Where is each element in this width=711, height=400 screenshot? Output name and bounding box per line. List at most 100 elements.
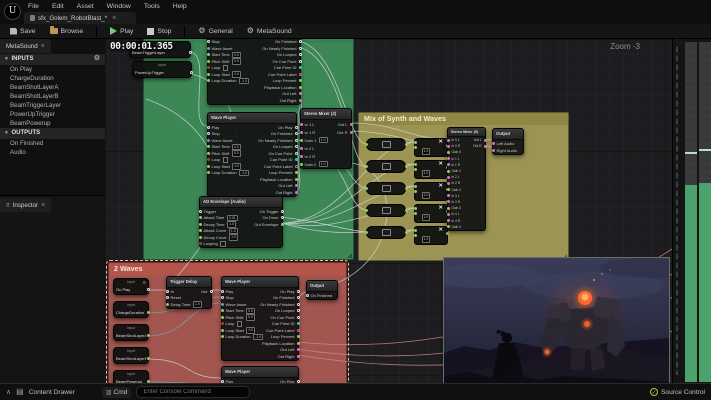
save-button[interactable]: Save (6, 25, 40, 38)
tab-metasound-asset[interactable]: sfx_Golem_RobotBlast_* × (24, 12, 136, 24)
float-pin[interactable] (199, 229, 202, 232)
trigger-pin[interactable] (295, 145, 298, 148)
audio-pin[interactable] (299, 99, 302, 102)
float-pin[interactable] (365, 231, 368, 234)
trigger-pin[interactable] (299, 47, 302, 50)
float-pin[interactable] (365, 143, 368, 146)
browse-button[interactable]: Browse (46, 25, 88, 38)
bool-pin[interactable] (207, 66, 210, 69)
output-item-audio[interactable]: Audio (0, 148, 105, 157)
value-field[interactable]: -1.0 (239, 170, 249, 177)
int-pin[interactable] (295, 158, 298, 161)
float-pin[interactable] (281, 223, 284, 226)
audio-pin[interactable] (447, 194, 450, 197)
tab-inspector[interactable]: ≡ Inspector × (0, 198, 51, 212)
trigger-pin[interactable] (221, 380, 224, 383)
node-wave-player-1[interactable]: Wave PlayerPlayOn PlayStopOn FinishedWav… (207, 39, 301, 105)
audio-pin[interactable] (350, 123, 353, 126)
menu-asset[interactable]: Asset (77, 3, 94, 10)
float-pin[interactable] (447, 188, 450, 191)
gear-icon[interactable]: ⚙ (94, 55, 100, 63)
trigger-pin[interactable] (190, 71, 193, 74)
play-button[interactable]: Play (106, 25, 137, 38)
trigger-pin[interactable] (221, 290, 224, 293)
value-box[interactable] (382, 163, 391, 170)
panel-close-icon[interactable]: × (41, 202, 45, 209)
node-multiply-node-4[interactable]: ✕1.0 (414, 204, 448, 223)
menu-edit[interactable]: Edit (52, 3, 64, 10)
node-multiply-node-2[interactable]: ✕1.0 (414, 160, 448, 179)
gear-icon[interactable]: ⚙ (142, 279, 146, 286)
stop-button[interactable]: Stop (143, 25, 175, 38)
string-pin[interactable] (295, 165, 298, 168)
value-field[interactable]: 1.0 (422, 236, 431, 243)
checkbox[interactable] (223, 157, 229, 163)
cmd-button[interactable]: ▥ Cmd (102, 387, 132, 398)
bool-pin[interactable] (221, 322, 224, 325)
audio-pin[interactable] (447, 145, 450, 148)
float-pin[interactable] (447, 207, 450, 210)
time-pin[interactable] (221, 329, 224, 332)
node-stereo-mixer-2[interactable]: Stereo Mixer (2)In 1 LOut LIn 1 ROut RGa… (300, 108, 352, 169)
input-item-on-play[interactable]: On Play (0, 65, 105, 74)
node-value-node-1[interactable] (366, 138, 406, 151)
value-field[interactable]: 0.0 (232, 150, 241, 157)
float-pin[interactable] (414, 141, 417, 144)
trigger-pin[interactable] (306, 294, 309, 297)
node-input-charge-duration[interactable]: InputChargeDuration (113, 301, 149, 318)
trigger-pin[interactable] (297, 303, 300, 306)
audio-pin[interactable] (492, 142, 495, 145)
comment-2-waves-title[interactable]: 2 Waves (109, 263, 346, 275)
audio-pin[interactable] (492, 149, 495, 152)
trigger-pin[interactable] (207, 126, 210, 129)
time-pin[interactable] (207, 79, 210, 82)
value-field[interactable]: 0.0 (232, 58, 241, 65)
float-pin[interactable] (295, 171, 298, 174)
audio-pin[interactable] (447, 163, 450, 166)
audio-pin[interactable] (350, 131, 353, 134)
panel-close-icon[interactable]: × (41, 43, 45, 50)
metasound-node-graph[interactable]: Mix of Synth and Waves2 WavesInputBeamTr… (105, 39, 672, 383)
float-pin[interactable] (365, 165, 368, 168)
resize-handle[interactable] (347, 253, 352, 258)
trigger-pin[interactable] (297, 309, 300, 312)
checkbox[interactable] (237, 321, 243, 327)
node-value-node-2[interactable] (366, 160, 406, 173)
value-field[interactable]: 1.0 (319, 161, 328, 168)
float-pin[interactable] (147, 311, 150, 314)
trigger-pin[interactable] (299, 53, 302, 56)
node-input-beam-shot-layer-a[interactable]: InputBeamShotLayerA (113, 324, 149, 341)
trigger-pin[interactable] (281, 216, 284, 219)
asset-pin[interactable] (221, 303, 224, 306)
trigger-pin[interactable] (207, 40, 210, 43)
audio-pin[interactable] (447, 200, 450, 203)
string-pin[interactable] (299, 73, 302, 76)
value-box[interactable] (382, 229, 391, 236)
time-pin[interactable] (207, 73, 210, 76)
value-field[interactable]: 1.0 (229, 234, 238, 241)
menu-file[interactable]: File (28, 3, 39, 10)
input-item-beamshotlayera[interactable]: BeamShotLayerA (0, 83, 105, 92)
trigger-pin[interactable] (189, 51, 192, 54)
input-item-beamtriggerlayer[interactable]: BeamTriggerLayer (0, 101, 105, 110)
value-field[interactable]: 1.0 (422, 214, 431, 221)
value-field[interactable]: -1.0 (253, 334, 263, 341)
trigger-pin[interactable] (221, 296, 224, 299)
float-pin[interactable] (297, 342, 300, 345)
node-value-node-4[interactable] (366, 204, 406, 217)
float-pin[interactable] (447, 170, 450, 173)
time-pin[interactable] (207, 165, 210, 168)
float-pin[interactable] (221, 316, 224, 319)
value-field[interactable]: 0.0 (246, 314, 255, 321)
value-field[interactable]: 1.0 (227, 221, 236, 228)
float-pin[interactable] (300, 139, 303, 142)
input-item-poweruptrigger[interactable]: PowerUpTrigger (0, 110, 105, 119)
trigger-pin[interactable] (299, 60, 302, 63)
float-pin[interactable] (405, 143, 408, 146)
node-value-node-3[interactable] (366, 182, 406, 195)
input-item-beamshotlayerb[interactable]: BeamShotLayerB (0, 92, 105, 101)
audio-pin[interactable] (300, 123, 303, 126)
time-pin[interactable] (207, 145, 210, 148)
comment-mix-synth-waves-title[interactable]: Mix of Synth and Waves (359, 113, 568, 125)
tab-close-icon[interactable]: × (112, 15, 116, 22)
